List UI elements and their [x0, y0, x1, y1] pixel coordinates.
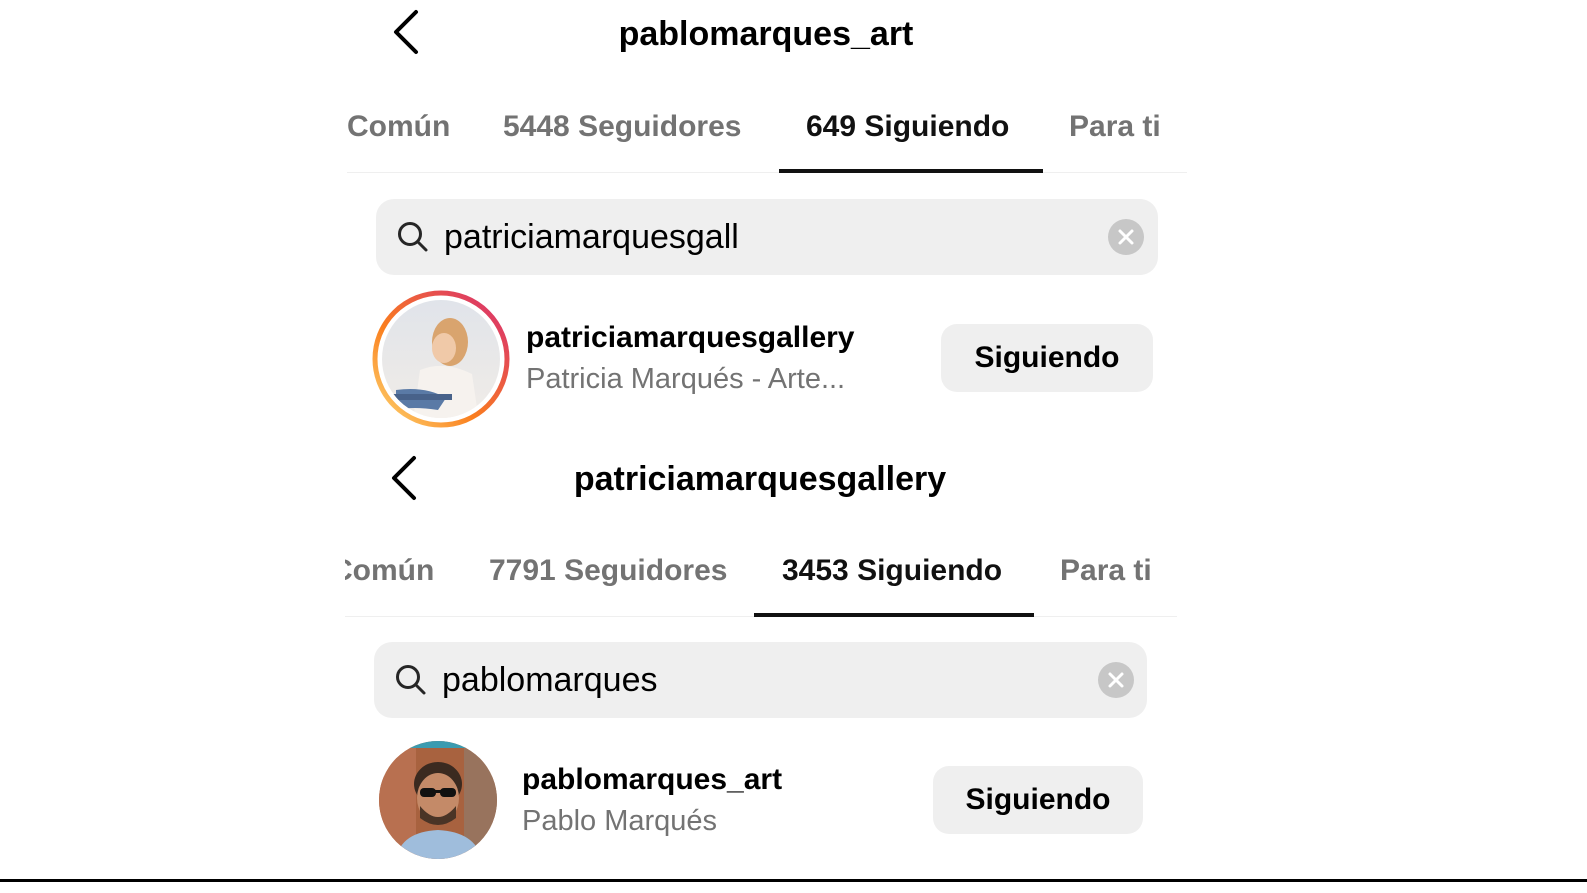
tab-seguidores[interactable]: 7791 Seguidores [489, 553, 727, 589]
screenshot-canvas: pablomarques_art Común 5448 Seguidores 6… [0, 0, 1587, 893]
avatar-photo-man [379, 741, 497, 859]
tab-seguidores[interactable]: 5448 Seguidores [503, 109, 741, 145]
back-chevron-icon[interactable] [386, 454, 422, 502]
tab-comun[interactable]: Común [347, 109, 450, 145]
active-tab-indicator [754, 613, 1034, 617]
clear-search-button[interactable] [1108, 219, 1144, 255]
tabs-divider [347, 172, 1187, 173]
result-username[interactable]: patriciamarquesgallery [526, 320, 855, 356]
profile-title: patriciamarquesgallery [573, 460, 947, 498]
back-chevron-icon[interactable] [388, 8, 424, 56]
search-field[interactable]: pablomarques [374, 642, 1147, 718]
search-field[interactable]: patriciamarquesgall [376, 199, 1158, 275]
clear-x-icon [1118, 229, 1134, 245]
avatar-story-ring[interactable] [372, 290, 510, 428]
tab-comun[interactable]: Común [345, 553, 434, 589]
search-icon [396, 665, 426, 695]
search-input[interactable]: patriciamarquesgall [444, 217, 739, 257]
avatar[interactable] [378, 740, 498, 860]
tab-clip: Común [345, 553, 455, 593]
clear-x-icon [1108, 672, 1124, 688]
bottom-border [0, 879, 1587, 882]
active-tab-indicator [779, 169, 1043, 173]
search-icon [398, 222, 428, 252]
tab-siguiendo[interactable]: 3453 Siguiendo [782, 553, 1002, 589]
following-button[interactable]: Siguiendo [933, 766, 1143, 834]
tab-para-ti[interactable]: Para ti [1069, 109, 1161, 145]
tab-siguiendo[interactable]: 649 Siguiendo [806, 109, 1009, 145]
result-username[interactable]: pablomarques_art [522, 762, 782, 798]
clear-search-button[interactable] [1098, 662, 1134, 698]
search-input[interactable]: pablomarques [442, 660, 657, 700]
profile-title: pablomarques_art [618, 15, 914, 53]
result-fullname: Pablo Marqués [522, 805, 718, 837]
tab-para-ti[interactable]: Para ti [1060, 553, 1152, 589]
result-fullname: Patricia Marqués - Arte... [526, 363, 846, 395]
following-button[interactable]: Siguiendo [941, 324, 1153, 392]
